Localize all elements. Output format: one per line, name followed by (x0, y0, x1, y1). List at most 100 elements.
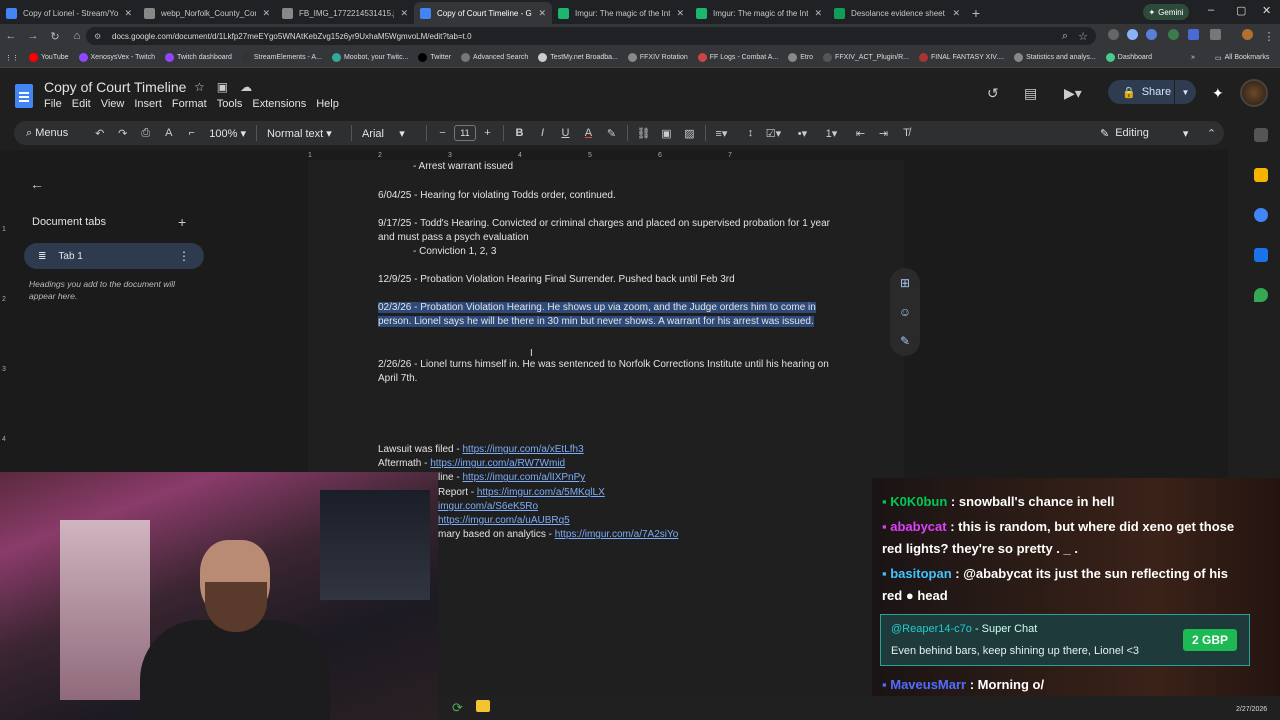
browser-tab[interactable]: webp_Norfolk_County_Correcti ✕ (138, 2, 276, 24)
extension-icon[interactable] (1168, 29, 1179, 40)
emoji-reaction-icon[interactable]: ☺ (899, 305, 911, 319)
move-folder-icon[interactable]: ▣ (217, 80, 228, 94)
imgur-link[interactable]: https://imgur.com/a/RW7Wmid (430, 458, 565, 469)
menu-edit[interactable]: Edit (72, 98, 91, 110)
print-icon[interactable]: ⎙ (134, 127, 157, 140)
bookmark-item[interactable]: TestMy.net Broadba... (533, 53, 623, 62)
decrease-indent-icon[interactable]: ⇤ (849, 127, 872, 140)
bookmark-item[interactable]: Twitter (413, 53, 456, 62)
close-tab-icon[interactable]: ✕ (262, 8, 270, 19)
bookmark-item[interactable]: Advanced Search (456, 53, 533, 62)
line-spacing-icon[interactable]: ↕ (739, 127, 762, 139)
tasks-icon[interactable] (1254, 208, 1268, 222)
minimize-button[interactable]: – (1208, 4, 1214, 16)
editing-mode-select[interactable]: ✎ Editing ▾ (1100, 121, 1188, 145)
menu-file[interactable]: File (44, 98, 62, 110)
all-bookmarks[interactable]: ▭ All Bookmarks (1210, 54, 1274, 62)
browser-menu-icon[interactable]: ⋮ (1258, 30, 1280, 43)
menu-format[interactable]: Format (172, 98, 207, 110)
close-tab-icon[interactable]: ✕ (400, 8, 408, 19)
keep-icon[interactable] (1254, 168, 1268, 182)
back-arrow-icon[interactable]: ← (30, 176, 44, 192)
close-tab-icon[interactable]: ✕ (538, 8, 546, 19)
close-window-button[interactable]: ✕ (1262, 4, 1271, 17)
apps-icon[interactable]: ⋮⋮ (0, 54, 24, 62)
bookmark-item[interactable]: Dashboard (1101, 53, 1157, 62)
doc-line-conviction[interactable]: - Conviction 1, 2, 3 (378, 245, 833, 259)
increase-font-icon[interactable]: + (476, 127, 499, 139)
browser-tab[interactable]: FB_IMG_1772214531415.jpg (9 ✕ (276, 2, 414, 24)
account-avatar[interactable] (1240, 79, 1268, 107)
imgur-link[interactable]: https://imgur.com/a/xEtLfh3 (462, 444, 583, 455)
font-select[interactable]: Arial ▾ (356, 127, 422, 140)
highlight-icon[interactable]: ✎ (600, 127, 623, 140)
extension-icon[interactable] (1127, 29, 1138, 40)
add-comment-icon[interactable]: ▣ (655, 127, 678, 140)
text-color-icon[interactable]: A (577, 127, 600, 139)
maps-icon[interactable] (1254, 288, 1268, 302)
browser-tab[interactable]: Copy of Lionel - Stream/Youtub ✕ (0, 2, 138, 24)
bookmark-item[interactable]: FFXIV_ACT_Plugin/R... (818, 53, 914, 62)
decrease-font-icon[interactable]: − (431, 127, 454, 139)
google-docs-logo-icon[interactable] (15, 84, 33, 108)
bulleted-list-icon[interactable]: •▾ (791, 127, 814, 140)
star-icon[interactable]: ☆ (194, 80, 205, 94)
bookmark-item[interactable]: YouTube (24, 53, 74, 62)
bookmark-item[interactable]: StreamElements - A... (237, 53, 327, 62)
redo-icon[interactable]: ↷ (111, 127, 134, 140)
calendar-icon[interactable] (1254, 128, 1268, 142)
meet-icon[interactable]: ▶▾ (1064, 85, 1082, 102)
checklist-icon[interactable]: ☑▾ (762, 127, 785, 140)
home-icon[interactable]: ⌂ (66, 30, 88, 42)
site-info-icon[interactable]: ⚙ (94, 32, 101, 41)
bold-icon[interactable]: B (508, 127, 531, 139)
imgur-link[interactable]: https://imgur.com/a/uAUBRq5 (438, 515, 570, 526)
extension-icon[interactable] (1188, 29, 1199, 40)
font-size-field[interactable]: 11 (453, 125, 476, 141)
extensions-puzzle-icon[interactable] (1210, 29, 1221, 40)
insert-image-icon[interactable]: ▨ (678, 127, 701, 140)
back-icon[interactable]: ← (0, 30, 22, 42)
menu-view[interactable]: View (101, 98, 125, 110)
url-field[interactable]: ⚙ docs.google.com/document/d/1Lkfp27meEY… (86, 27, 1096, 45)
add-comment-icon[interactable]: ⊞ (900, 276, 910, 290)
browser-tab[interactable]: Desolance evidence sheet - Go ✕ (828, 2, 966, 24)
imgur-link[interactable]: imgur.com/a/S6eK5Ro (438, 501, 538, 512)
add-tab-icon[interactable]: + (178, 214, 186, 230)
maximize-button[interactable]: ▢ (1236, 4, 1246, 17)
bookmarks-overflow-icon[interactable]: » (1186, 54, 1200, 61)
bookmark-item[interactable]: Statistics and analys... (1009, 53, 1101, 62)
clear-formatting-icon[interactable]: T̸ (895, 127, 918, 139)
bookmark-item[interactable]: Moobot, your Twitc... (327, 53, 413, 62)
share-dropdown-icon[interactable]: ▼ (1174, 80, 1196, 104)
suggest-edit-icon[interactable]: ✎ (900, 334, 910, 348)
gemini-button[interactable]: ✦ Gemini (1143, 4, 1189, 20)
close-tab-icon[interactable]: ✕ (124, 8, 132, 19)
new-tab-button[interactable]: + (966, 2, 986, 24)
version-history-icon[interactable]: ↺ (987, 85, 999, 102)
underline-icon[interactable]: U (554, 127, 577, 139)
menu-extensions[interactable]: Extensions (252, 98, 306, 110)
imgur-link[interactable]: https://imgur.com/a/7A2siYo (555, 529, 679, 540)
bookmark-item[interactable]: FFXIV Rotation (623, 53, 693, 62)
menus-search[interactable]: ⌕ Menus (14, 127, 74, 140)
undo-icon[interactable]: ↶ (88, 127, 111, 140)
more-options-icon[interactable]: ⋮ (178, 249, 190, 263)
menu-tools[interactable]: Tools (217, 98, 243, 110)
doc-line-arrest-warrant[interactable]: - Arrest warrant issued (378, 160, 833, 174)
bookmark-item[interactable]: Twitch dashboard (160, 53, 237, 62)
paint-format-icon[interactable]: ⌐ (180, 127, 203, 139)
browser-tab[interactable]: Copy of Court Timeline - Goog ✕ (414, 2, 552, 24)
align-icon[interactable]: ≡▾ (710, 127, 733, 140)
close-tab-icon[interactable]: ✕ (676, 8, 684, 19)
doc-line-0226[interactable]: 2/26/26 - Lionel turns himself in. He wa… (378, 358, 833, 386)
increase-indent-icon[interactable]: ⇥ (872, 127, 895, 140)
comments-icon[interactable]: ▤ (1024, 85, 1037, 102)
doc-line-0917[interactable]: 9/17/25 - Todd's Hearing. Convicted or c… (378, 217, 833, 245)
extension-icon[interactable] (1146, 29, 1157, 40)
browser-tab[interactable]: Imgur: The magic of the Intern ✕ (690, 2, 828, 24)
document-title[interactable]: Copy of Court Timeline (44, 79, 186, 95)
zoom-select[interactable]: 100% ▾ (203, 127, 252, 140)
bookmark-star-icon[interactable]: ☆ (1072, 30, 1094, 43)
bookmark-item[interactable]: XenosysVex - Twitch (74, 53, 160, 62)
